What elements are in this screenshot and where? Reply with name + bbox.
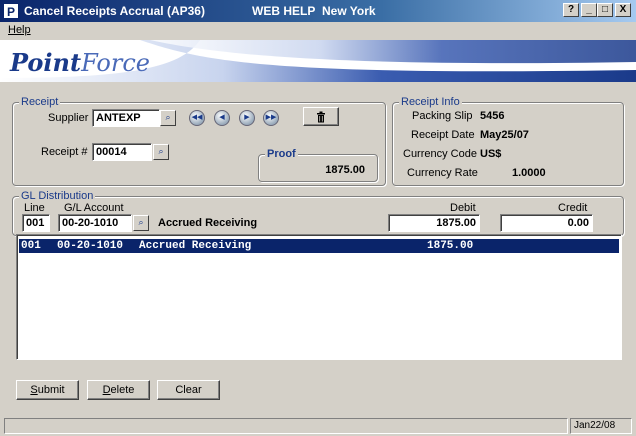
receipt-number-input[interactable]: 00014 xyxy=(92,143,152,161)
packing-slip-label: Packing Slip xyxy=(412,110,473,122)
window-title: Cancel Receipts Accrual (AP36) xyxy=(24,4,205,18)
row-account: 00-20-1010 xyxy=(57,240,124,252)
currency-rate-label: Currency Rate xyxy=(407,167,478,179)
packing-slip-value: 5456 xyxy=(480,110,505,122)
gl-account-lookup-icon[interactable]: ⌕ xyxy=(133,215,149,231)
gl-account-input[interactable]: 00-20-1010 xyxy=(58,214,132,232)
banner: PointForce xyxy=(0,40,636,82)
location-label: New York xyxy=(322,4,376,18)
minimize-button[interactable]: _ xyxy=(581,3,597,17)
close-button[interactable]: X xyxy=(615,3,631,17)
table-row[interactable]: 001 00-20-1010 Accrued Receiving 1875.00 xyxy=(19,239,619,253)
submit-button[interactable]: Submit xyxy=(16,380,79,400)
menu-bar: Help xyxy=(0,22,636,40)
delete-receipt-button[interactable] xyxy=(303,107,339,126)
row-description: Accrued Receiving xyxy=(139,240,252,252)
row-amount: 1875.00 xyxy=(427,240,474,252)
receipt-date-value: May25/07 xyxy=(480,129,529,141)
menu-help[interactable]: Help xyxy=(8,24,31,36)
distribution-list[interactable]: 001 00-20-1010 Accrued Receiving 1875.00 xyxy=(16,234,622,360)
currency-rate-value: 1.0000 xyxy=(512,167,546,179)
delete-button[interactable]: Delete xyxy=(87,380,150,400)
credit-input[interactable]: 0.00 xyxy=(500,214,593,232)
proof-group: Proof 1875.00 xyxy=(258,148,378,182)
help-window-button[interactable]: ? xyxy=(563,3,579,17)
nav-prev-icon[interactable]: ◀ xyxy=(214,110,230,126)
status-date: Jan22/08 xyxy=(570,418,632,434)
gl-account-description: Accrued Receiving xyxy=(158,217,258,229)
clear-button[interactable]: Clear xyxy=(157,380,220,400)
nav-first-icon[interactable]: ◀◀ xyxy=(189,110,205,126)
proof-value: 1875.00 xyxy=(325,164,365,176)
receipt-info-group-label: Receipt Info xyxy=(399,96,462,108)
row-line: 001 xyxy=(21,240,41,252)
proof-label: Proof xyxy=(265,148,298,160)
account-header: G/L Account xyxy=(64,202,124,214)
currency-code-label: Currency Code xyxy=(403,148,477,160)
debit-input[interactable]: 1875.00 xyxy=(388,214,480,232)
debit-header: Debit xyxy=(450,202,476,214)
currency-code-value: US$ xyxy=(480,148,502,160)
nav-next-icon[interactable]: ▶ xyxy=(239,110,255,126)
status-message-pane xyxy=(4,418,568,434)
trash-icon xyxy=(317,111,325,123)
web-help-link[interactable]: WEB HELP xyxy=(252,4,315,18)
supplier-input[interactable]: ANTEXP xyxy=(92,109,160,127)
app-icon: P xyxy=(3,3,19,19)
receipt-group-label: Receipt xyxy=(19,96,61,108)
supplier-label: Supplier xyxy=(48,112,89,124)
nav-last-icon[interactable]: ▶▶ xyxy=(263,110,279,126)
credit-header: Credit xyxy=(558,202,588,214)
receipt-lookup-icon[interactable]: ⌕ xyxy=(153,144,169,160)
receipt-date-label: Receipt Date xyxy=(411,129,475,141)
gl-distribution-group-label: GL Distribution xyxy=(19,190,96,202)
title-bar: P Cancel Receipts Accrual (AP36) WEB HEL… xyxy=(0,0,636,22)
receipt-number-label: Receipt # xyxy=(41,146,88,158)
line-header: Line xyxy=(24,202,45,214)
line-input[interactable]: 001 xyxy=(22,214,50,232)
status-bar: Jan22/08 xyxy=(0,416,636,436)
pointforce-logo: PointForce xyxy=(10,48,150,77)
maximize-button[interactable]: □ xyxy=(597,3,613,17)
supplier-lookup-icon[interactable]: ⌕ xyxy=(160,110,176,126)
